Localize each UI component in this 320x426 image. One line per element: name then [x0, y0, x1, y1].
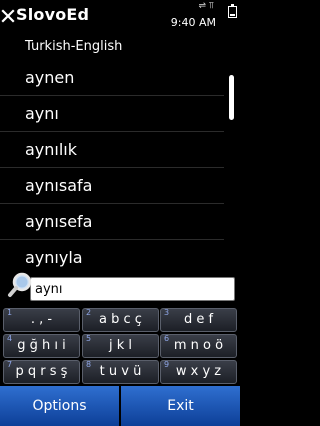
key-2[interactable]: 2 a b c ç: [82, 308, 159, 332]
key-letters: m n o ö: [173, 338, 224, 353]
options-button[interactable]: Options: [0, 386, 119, 426]
key-letters: a b c ç: [99, 312, 142, 327]
key-number: 4: [7, 334, 13, 343]
key-number: 7: [7, 360, 13, 369]
key-4[interactable]: 4 g ğ h ı i: [3, 334, 80, 358]
list-item[interactable]: aynılık: [0, 132, 224, 168]
battery-icon: [228, 4, 237, 18]
key-number: 8: [86, 360, 92, 369]
list-item[interactable]: aynısafa: [0, 168, 224, 204]
list-item[interactable]: aynı: [0, 96, 224, 132]
key-1[interactable]: 1 . , -: [3, 308, 80, 332]
scrollbar-thumb[interactable]: [229, 75, 234, 120]
key-letters: g ğ h ı i: [17, 338, 66, 353]
softkey-bar: Options Exit: [0, 386, 240, 426]
key-letters: p q r s ş: [15, 364, 68, 379]
search-icon: [8, 272, 32, 297]
key-9[interactable]: 9 w x y z: [160, 360, 237, 384]
key-number: 5: [86, 334, 92, 343]
close-icon[interactable]: [1, 9, 15, 23]
list-item[interactable]: aynen: [0, 60, 224, 96]
key-letters: j k l: [108, 338, 133, 353]
exit-button[interactable]: Exit: [121, 386, 240, 426]
key-letters: w x y z: [175, 364, 222, 379]
key-7[interactable]: 7 p q r s ş: [3, 360, 80, 384]
key-3[interactable]: 3 d e f: [160, 308, 237, 332]
key-letters: . , -: [30, 312, 53, 327]
key-number: 6: [164, 334, 170, 343]
key-number: 3: [164, 308, 170, 317]
key-letters: d e f: [183, 312, 214, 327]
search-input[interactable]: [30, 277, 235, 301]
dictionary-name: Turkish-English: [25, 39, 123, 54]
list-item[interactable]: aynıyla: [0, 240, 224, 268]
keypad: 1 . , - 2 a b c ç 3 d e f 4 g ğ h ı i 5 …: [0, 306, 240, 386]
title-bar: SlovoEd ⇌ ⫪ 9:40 AM: [0, 0, 240, 36]
key-number: 9: [164, 360, 170, 369]
usb-connection-icon: ⇌ ⫪: [198, 1, 215, 11]
key-6[interactable]: 6 m n o ö: [160, 334, 237, 358]
key-5[interactable]: 5 j k l: [82, 334, 159, 358]
key-8[interactable]: 8 t u v ü: [82, 360, 159, 384]
list-item[interactable]: aynısefa: [0, 204, 224, 240]
key-number: 1: [7, 308, 13, 317]
app-title: SlovoEd: [16, 5, 90, 24]
clock: 9:40 AM: [170, 16, 216, 29]
key-letters: t u v ü: [99, 364, 142, 379]
key-number: 2: [86, 308, 92, 317]
word-list: aynen aynı aynılık aynısafa aynısefa ayn…: [0, 60, 224, 268]
